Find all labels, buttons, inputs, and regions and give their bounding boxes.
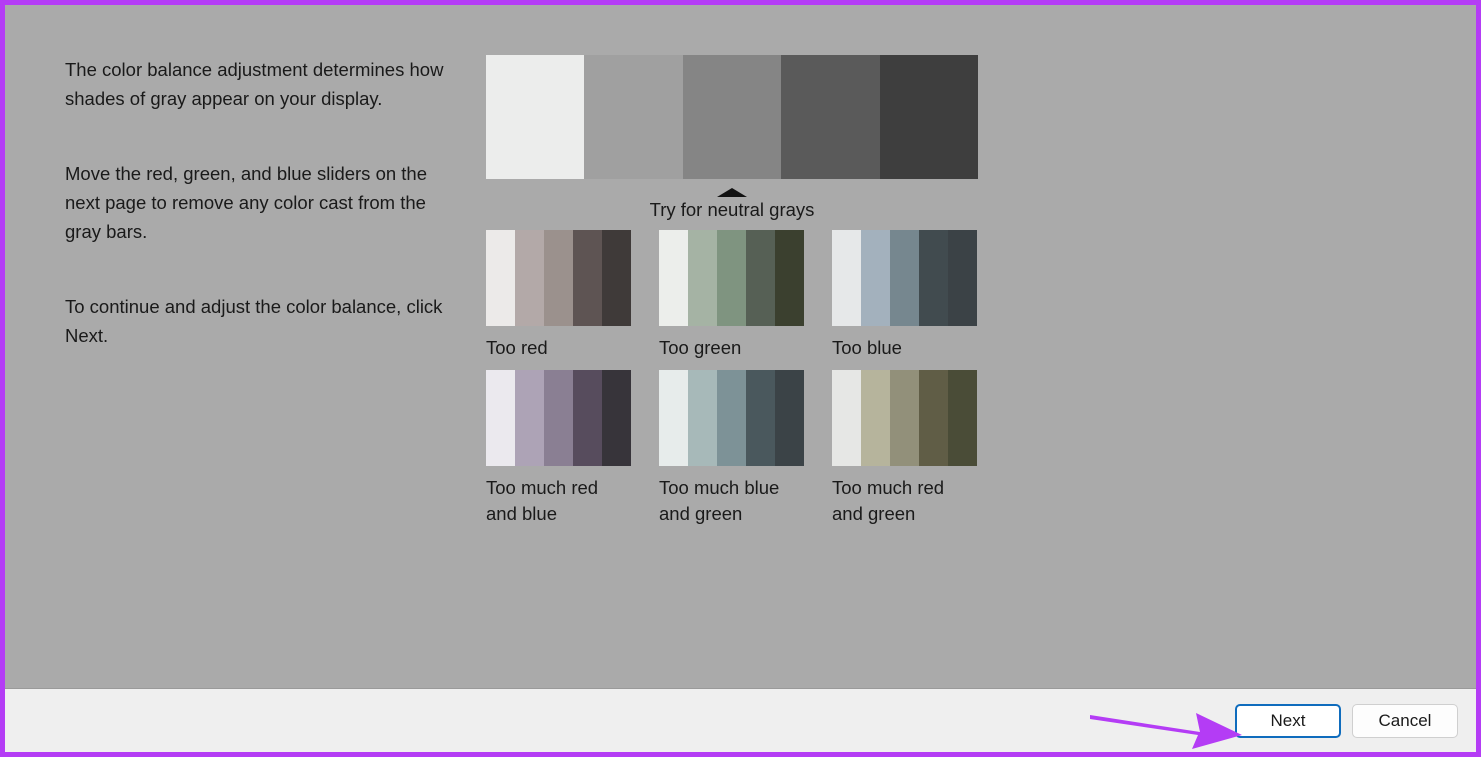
sample-too-blue-bar-5: [948, 230, 977, 326]
instruction-text-block: The color balance adjustment determines …: [65, 55, 465, 350]
sample-too-red-bar-1: [486, 230, 515, 326]
dialog-footer: Next Cancel: [5, 688, 1476, 752]
sample-too-much-blue-and-green-bar-4: [746, 370, 775, 466]
instruction-paragraph-1: The color balance adjustment determines …: [65, 59, 444, 109]
sample-too-red-bar-2: [515, 230, 544, 326]
sample-too-much-red-and-blue-bar-5: [602, 370, 631, 466]
sample-too-green-bar-2: [688, 230, 717, 326]
gray-bar-2: [584, 55, 683, 179]
footer-button-group: Next Cancel: [1235, 689, 1458, 753]
caret-up-icon: [717, 188, 747, 197]
sample-too-blue-bar-4: [919, 230, 948, 326]
sample-too-green-strip: [659, 230, 804, 326]
neutral-gray-reference-strip: [486, 55, 979, 179]
instruction-paragraph-3: To continue and adjust the color balance…: [65, 296, 443, 346]
sample-too-much-blue-and-green-bar-5: [775, 370, 804, 466]
sample-too-red-strip: [486, 230, 631, 326]
sample-too-blue-bar-1: [832, 230, 861, 326]
sample-too-red-bar-4: [573, 230, 602, 326]
sample-too-green-bar-4: [746, 230, 775, 326]
sample-too-much-red-and-green-bar-3: [890, 370, 919, 466]
sample-too-red-label: Too red: [486, 337, 548, 358]
sample-too-much-red-and-green-bar-4: [919, 370, 948, 466]
neutral-gray-hint: Try for neutral grays: [486, 188, 978, 221]
sample-too-blue-bar-2: [861, 230, 890, 326]
sample-too-much-red-and-green: Too much red and green: [832, 370, 977, 527]
color-balance-preview: Try for neutral grays Too red Too green To…: [486, 55, 979, 527]
sample-too-much-blue-and-green-label: Too much blue and green: [659, 477, 780, 524]
sample-too-much-blue-and-green-strip: [659, 370, 804, 466]
sample-too-much-red-and-green-bar-2: [861, 370, 890, 466]
gray-bar-4: [781, 55, 880, 179]
sample-too-much-blue-and-green-bar-1: [659, 370, 688, 466]
dialog-body: The color balance adjustment determines …: [5, 5, 1476, 688]
sample-too-much-blue-and-green-bar-2: [688, 370, 717, 466]
neutral-gray-caption: Try for neutral grays: [649, 199, 815, 220]
gray-bar-3: [682, 55, 782, 179]
sample-too-blue-label: Too blue: [832, 337, 902, 358]
sample-too-much-blue-and-green: Too much blue and green: [659, 370, 804, 527]
sample-too-green-label: Too green: [659, 337, 742, 358]
sample-too-blue-bar-3: [890, 230, 919, 326]
sample-too-much-red-and-green-bar-1: [832, 370, 861, 466]
sample-too-much-red-and-blue-bar-4: [573, 370, 602, 466]
sample-too-much-red-and-blue-strip: [486, 370, 631, 466]
sample-too-much-red-and-blue-bar-3: [544, 370, 573, 466]
sample-too-much-red-and-blue-label: Too much red and blue: [486, 477, 599, 524]
sample-too-green: Too green: [659, 230, 804, 361]
sample-too-much-red-and-green-label: Too much red and green: [832, 477, 945, 524]
sample-too-much-red-and-green-strip: [832, 370, 977, 466]
sample-too-green-bar-3: [717, 230, 746, 326]
sample-too-red-bar-5: [602, 230, 631, 326]
next-button[interactable]: Next: [1235, 704, 1341, 738]
calibration-dialog: The color balance adjustment determines …: [0, 0, 1481, 757]
sample-too-green-bar-5: [775, 230, 804, 326]
gray-bar-5: [879, 55, 979, 179]
sample-too-red: Too red: [486, 230, 631, 361]
gray-bar-1: [486, 55, 585, 179]
instruction-paragraph-2: Move the red, green, and blue sliders on…: [65, 163, 428, 242]
color-cast-sample-grid: Too red Too green Too blue Too much red and…: [486, 230, 978, 527]
sample-too-much-blue-and-green-bar-3: [717, 370, 746, 466]
sample-too-blue: Too blue: [832, 230, 977, 361]
sample-too-blue-strip: [832, 230, 977, 326]
sample-too-much-red-and-blue-bar-2: [515, 370, 544, 466]
sample-too-much-red-and-blue-bar-1: [486, 370, 515, 466]
sample-too-much-red-and-blue: Too much red and blue: [486, 370, 631, 527]
sample-too-much-red-and-green-bar-5: [948, 370, 977, 466]
sample-too-green-bar-1: [659, 230, 688, 326]
cancel-button[interactable]: Cancel: [1352, 704, 1458, 738]
sample-too-red-bar-3: [544, 230, 573, 326]
